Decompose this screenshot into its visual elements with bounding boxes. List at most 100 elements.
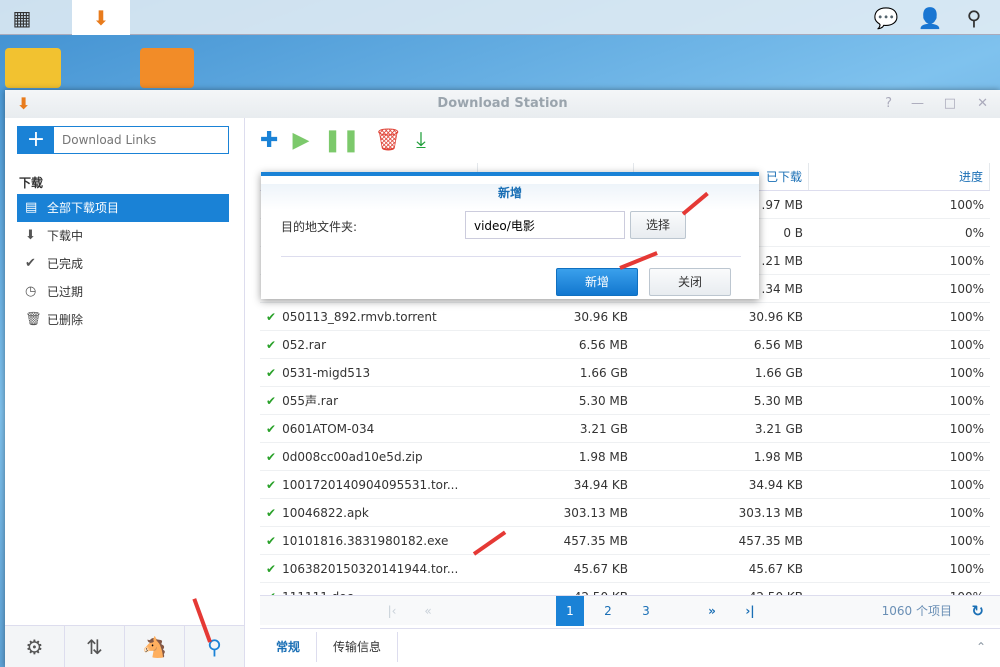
progress: 100%	[949, 562, 984, 576]
table-row[interactable]: ✔ 10046822.apk 303.13 MB 303.13 MB 100%	[260, 499, 990, 527]
emule-icon[interactable]: 🐴	[125, 626, 185, 667]
download-station-icon[interactable]: ⬇	[72, 0, 130, 35]
prev-page-icon[interactable]: «	[414, 596, 442, 626]
file-name: ✔ 0d008cc00ad10e5d.zip	[260, 443, 478, 470]
file-name-text: 055声.rar	[282, 394, 339, 408]
user-icon[interactable]: 👤	[908, 0, 952, 35]
check-icon: ✔	[266, 450, 277, 464]
table-row[interactable]: ✔ 1001720140904095531.tor... 34.94 KB 34.…	[260, 471, 990, 499]
page-3[interactable]: 3	[632, 596, 660, 626]
file-name: ✔ 050113_892.rmvb.torrent	[260, 303, 478, 330]
window-title: Download Station	[437, 96, 568, 111]
file-size: 45.67 KB	[573, 562, 628, 576]
check-icon: ✔	[266, 310, 277, 324]
file-name-text: 050113_892.rmvb.torrent	[282, 310, 437, 324]
add-icon[interactable]: ✚	[260, 128, 278, 153]
gear-icon[interactable]: ⚙	[5, 626, 65, 667]
table-row[interactable]: ✔ 050113_892.rmvb.torrent 30.96 KB 30.96 …	[260, 303, 990, 331]
sidebar-item-label: 已过期	[47, 285, 84, 299]
downloaded-size: 1.66 GB	[754, 366, 803, 380]
download-icon[interactable]: ⤓	[416, 128, 426, 153]
delete-icon[interactable]: 🗑	[374, 128, 402, 153]
detail-tabs: 常规 传输信息 ⌃	[260, 628, 1000, 664]
add-icon[interactable]: +	[18, 127, 54, 153]
minimize-icon[interactable]: —	[911, 90, 924, 118]
destination-folder-input[interactable]	[465, 211, 625, 239]
tab-transfer[interactable]: 传输信息	[317, 631, 399, 662]
progress: 100%	[949, 254, 984, 268]
tab-general[interactable]: 常规	[260, 631, 318, 662]
table-row[interactable]: ✔111111.doc 42.50 KB 42.50 KB 100%	[260, 583, 990, 595]
next-page-icon[interactable]: »	[698, 596, 726, 626]
download-links-field[interactable]: +	[17, 126, 229, 154]
sidebar: + 下载 ▤ 全部下载项目 ⬇ 下载中 ✔ 已完成 ◷ 已过期 🗑 已删除 ⚙ ⇅ 🐴 ⚲	[5, 118, 245, 667]
title-bar: ⬇ Download Station ? — □ ✕	[5, 90, 1000, 118]
expand-icon[interactable]: ⌃	[976, 640, 986, 654]
last-page-icon[interactable]: ›|	[736, 596, 764, 626]
file-name-text: 10101816.3831980182.exe	[282, 534, 449, 548]
table-row[interactable]: ✔ 0601ATOM-034 3.21 GB 3.21 GB 100%	[260, 415, 990, 443]
download-links-input[interactable]	[54, 127, 228, 153]
close-icon[interactable]: ✕	[977, 90, 988, 118]
table-row[interactable]: ✔ 10101816.3831980182.exe 457.35 MB 457.3…	[260, 527, 990, 555]
progress: 100%	[949, 366, 984, 380]
downloaded-size: 6.56 MB	[753, 338, 803, 352]
file-name-text: 0d008cc00ad10e5d.zip	[282, 450, 423, 464]
bt-search-icon[interactable]: ⚲	[185, 626, 245, 667]
play-icon[interactable]: ▶	[292, 128, 309, 153]
search-icon[interactable]: ⚲	[952, 0, 996, 35]
progress: 100%	[949, 310, 984, 324]
sidebar-item-label: 已完成	[47, 257, 84, 271]
sidebar-item-downloading[interactable]: ⬇ 下载中	[17, 222, 229, 250]
add-button[interactable]: 新增	[556, 268, 638, 296]
table-row[interactable]: ✔ 052.rar 6.56 MB 6.56 MB 100%	[260, 331, 990, 359]
downloaded-size: 1.98 MB	[753, 450, 803, 464]
file-size: 1.98 MB	[578, 450, 628, 464]
section-heading: 下载	[19, 176, 44, 190]
file-name: ✔ 055声.rar	[260, 387, 478, 414]
taskbar: ▦ ⬇ 💬 👤 ⚲	[0, 0, 1000, 35]
file-size: 303.13 MB	[563, 506, 628, 520]
file-name-text: 0531-migd513	[282, 366, 371, 380]
progress: 0%	[964, 226, 984, 240]
app-icon: ⬇	[17, 94, 31, 113]
table-row[interactable]: ✔ 0531-migd513 1.66 GB 1.66 GB 100%	[260, 359, 990, 387]
progress: 100%	[949, 422, 984, 436]
sidebar-item-deleted[interactable]: 🗑 已删除	[17, 306, 229, 334]
page-1[interactable]: 1	[556, 596, 584, 626]
sidebar-item-expired[interactable]: ◷ 已过期	[17, 278, 229, 306]
downloaded-size: 30.96 KB	[748, 310, 803, 324]
progress: 100%	[949, 338, 984, 352]
desktop-app-icon[interactable]	[140, 48, 194, 88]
main-menu-icon[interactable]: ▦	[0, 0, 44, 35]
progress: 100%	[809, 583, 990, 595]
table-row[interactable]: ✔ 0d008cc00ad10e5d.zip 1.98 MB 1.98 MB 10…	[260, 443, 990, 471]
progress: 100%	[949, 394, 984, 408]
pagination: |‹ « 1 2 3 » ›| 1060 个项目 ↻	[260, 595, 1000, 626]
page-2[interactable]: 2	[594, 596, 622, 626]
chat-icon[interactable]: 💬	[864, 0, 908, 35]
downloaded-size: 42.50 KB	[634, 583, 809, 595]
document-icon: ▤	[25, 200, 38, 215]
sidebar-item-all[interactable]: ▤ 全部下载项目	[17, 194, 229, 222]
first-page-icon[interactable]: |‹	[378, 596, 406, 626]
file-name: ✔ 10046822.apk	[260, 499, 478, 526]
choose-button[interactable]: 选择	[630, 211, 686, 239]
refresh-icon[interactable]: ↻	[971, 602, 984, 620]
transfer-icon[interactable]: ⇅	[65, 626, 125, 667]
file-size: 5.30 MB	[578, 394, 628, 408]
column-header-progress[interactable]: 进度	[809, 163, 990, 190]
sidebar-item-label: 已删除	[47, 313, 84, 327]
help-icon[interactable]: ?	[885, 90, 892, 118]
item-count: 1060 个项目	[881, 604, 952, 618]
table-row[interactable]: ✔ 1063820150320141944.tor... 45.67 KB 45.…	[260, 555, 990, 583]
sidebar-footer: ⚙ ⇅ 🐴 ⚲	[5, 625, 245, 667]
desktop-app-icon[interactable]	[5, 48, 61, 88]
check-icon: ✔	[266, 562, 277, 576]
table-row[interactable]: ✔ 055声.rar 5.30 MB 5.30 MB 100%	[260, 387, 990, 415]
pause-icon[interactable]: ❚❚	[323, 128, 360, 153]
downloaded-size: 303.13 MB	[738, 506, 803, 520]
sidebar-item-completed[interactable]: ✔ 已完成	[17, 250, 229, 278]
maximize-icon[interactable]: □	[944, 90, 956, 118]
close-button[interactable]: 关闭	[649, 268, 731, 296]
